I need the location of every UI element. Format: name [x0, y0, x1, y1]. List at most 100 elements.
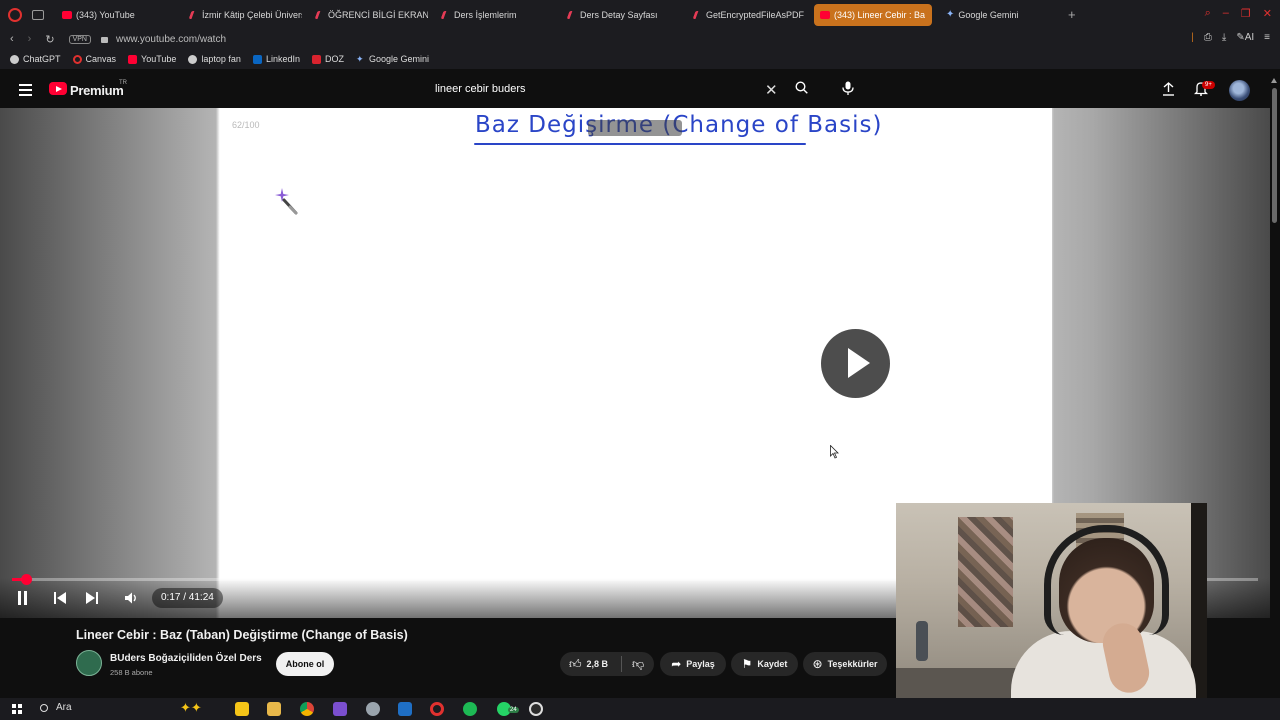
progress-scrubber[interactable] — [20, 574, 32, 585]
doz-icon — [311, 54, 321, 64]
share-label: Paylaş — [686, 659, 715, 669]
download-icon[interactable]: ⤓ — [1222, 32, 1226, 43]
volume-icon[interactable] — [124, 591, 138, 605]
windows-start-icon[interactable] — [12, 704, 22, 714]
ai-label: AI — [1244, 32, 1255, 43]
opera-logo-icon[interactable] — [8, 7, 22, 22]
opera-icon[interactable] — [430, 702, 444, 716]
chatgpt-icon — [10, 54, 19, 64]
bookmark-item[interactable]: LinkedIn — [252, 54, 300, 64]
progress-played — [12, 578, 21, 581]
browser-tab[interactable]: ÖĞRENCİ BİLGİ EKRANI* — [310, 4, 428, 26]
play-button[interactable] — [821, 329, 890, 398]
channel-name[interactable]: BUders Boğaziçiliden Özel Ders — [110, 653, 262, 664]
file-explorer-icon[interactable] — [267, 702, 281, 716]
bookmark-label: Google Gemini — [368, 54, 430, 64]
bookmark-item[interactable]: laptop fan — [188, 54, 241, 64]
canvas-icon — [72, 54, 82, 64]
menu-icon[interactable]: ≡ — [1264, 32, 1270, 43]
windows-taskbar: Ara ✦✦ — [0, 698, 1280, 720]
scrollbar-thumb[interactable] — [1272, 88, 1277, 223]
whiteboard-underline — [474, 143, 806, 145]
clear-search-icon[interactable]: ✕ — [765, 81, 778, 99]
pen-icon — [188, 10, 200, 19]
reload-icon[interactable]: ↻ — [45, 33, 54, 46]
browser-tab[interactable]: ✦ Google Gemini — [940, 4, 1060, 26]
youtube-icon — [62, 10, 72, 19]
bookmark-item[interactable]: ✦ Google Gemini — [356, 54, 429, 64]
whatsapp-badge: 24 — [508, 707, 519, 713]
tab-strip: (343) YouTube İzmir Kâtip Çelebi Üniversi… — [56, 3, 1060, 26]
thanks-label: Teşekkürler — [827, 659, 878, 669]
next-icon[interactable] — [86, 592, 98, 604]
bookmark-item[interactable]: YouTube — [128, 54, 176, 64]
bookmark-item[interactable]: DOZ — [311, 54, 344, 64]
spotify-icon[interactable] — [463, 702, 477, 716]
bookmark-label: LinkedIn — [265, 54, 300, 64]
taskbar-search-label: Ara — [56, 702, 72, 713]
thumbs-up-icon: 👍︎ — [569, 656, 582, 671]
pen-icon — [440, 10, 452, 19]
bookmark-label: YouTube — [141, 54, 177, 64]
search-icon[interactable] — [795, 81, 808, 94]
obs-icon[interactable] — [529, 702, 543, 716]
app-icon[interactable] — [366, 702, 380, 716]
youtube-brand[interactable]: Premium — [70, 83, 124, 98]
new-tab-icon[interactable]: + — [1068, 7, 1076, 22]
close-window-icon[interactable]: ✕ — [1263, 7, 1272, 20]
browser-tab-label: İzmir Kâtip Çelebi Üniversi — [202, 9, 302, 20]
pen-icon — [692, 10, 704, 19]
dark-window-edge — [1191, 503, 1207, 698]
search-input[interactable]: lineer cebir buders ✕ — [425, 80, 787, 100]
browser-tab[interactable]: GetEncryptedFileAsPDF — [688, 4, 806, 26]
bookmark-label: ChatGPT — [23, 54, 61, 64]
browser-tab[interactable]: Ders Detay Sayfası — [562, 4, 680, 26]
bookmark-item[interactable]: ChatGPT — [10, 54, 61, 64]
save-button[interactable]: ⚑ Kaydet — [731, 652, 798, 676]
pause-icon[interactable] — [17, 591, 28, 605]
sticky-notes-icon[interactable] — [235, 702, 249, 716]
forward-icon[interactable]: › — [28, 33, 32, 46]
notification-count-badge: 9+ — [1202, 81, 1215, 89]
browser-tab[interactable]: İzmir Kâtip Çelebi Üniversi — [184, 4, 302, 26]
taskbar-search[interactable]: Ara — [40, 702, 72, 713]
time-display[interactable]: 0:17 / 41:24 — [152, 588, 223, 608]
lock-icon[interactable] — [100, 37, 108, 43]
url-field[interactable]: www.youtube.com/watch — [116, 34, 226, 45]
like-button[interactable]: 👍︎ 2,8 B — [560, 656, 622, 672]
video-title: Lineer Cebir : Baz (Taban) Değiştirme (C… — [76, 628, 408, 642]
youtube-icon — [128, 54, 138, 64]
browser-tab[interactable]: (343) Lineer Cebir : Ba — [814, 3, 932, 26]
visual-studio-icon[interactable] — [333, 702, 347, 716]
share-button[interactable]: ➦ Paylaş — [660, 652, 726, 676]
browser-tab[interactable]: (343) YouTube — [56, 4, 176, 26]
youtube-logo-icon[interactable] — [49, 82, 67, 95]
mic-icon[interactable] — [842, 81, 854, 95]
back-icon[interactable]: ‹ — [10, 33, 14, 46]
snapshot-icon[interactable]: ⎙ — [1204, 32, 1212, 43]
water-bottle — [916, 621, 928, 661]
browser-tab[interactable]: Ders İşlemlerim — [436, 4, 554, 26]
webcam-overlay — [896, 503, 1207, 698]
thanks-button[interactable]: ⊛ Teşekkürler — [803, 652, 887, 676]
copilot-icon[interactable]: ✦✦ — [180, 700, 216, 718]
channel-avatar[interactable] — [76, 650, 102, 676]
menu-hamburger-icon[interactable] — [19, 84, 32, 99]
ai-button[interactable]: ✎AI — [1236, 32, 1254, 43]
minimize-icon[interactable]: – — [1223, 7, 1229, 20]
upload-icon[interactable] — [1162, 82, 1175, 96]
maximize-icon[interactable]: ❐ — [1241, 7, 1251, 20]
dislike-button[interactable]: 👎︎ — [632, 657, 644, 672]
scrollbar-up-arrow[interactable] — [1271, 78, 1277, 83]
tab-islands-icon[interactable] — [32, 9, 44, 20]
previous-icon[interactable] — [54, 592, 66, 604]
bookmarks-bar: ChatGPT Canvas YouTube laptop fan LinkedIn DO… — [0, 49, 1280, 69]
terminal-icon[interactable] — [398, 702, 412, 716]
search-tabs-icon[interactable]: ⌕ — [1205, 7, 1211, 20]
subscribe-button[interactable]: Abone ol — [276, 652, 334, 676]
account-avatar[interactable] — [1229, 80, 1250, 101]
chrome-icon[interactable] — [300, 702, 314, 716]
vpn-badge[interactable]: VPN — [68, 34, 91, 44]
wall-collage — [958, 517, 1013, 627]
bookmark-item[interactable]: Canvas — [72, 54, 116, 64]
